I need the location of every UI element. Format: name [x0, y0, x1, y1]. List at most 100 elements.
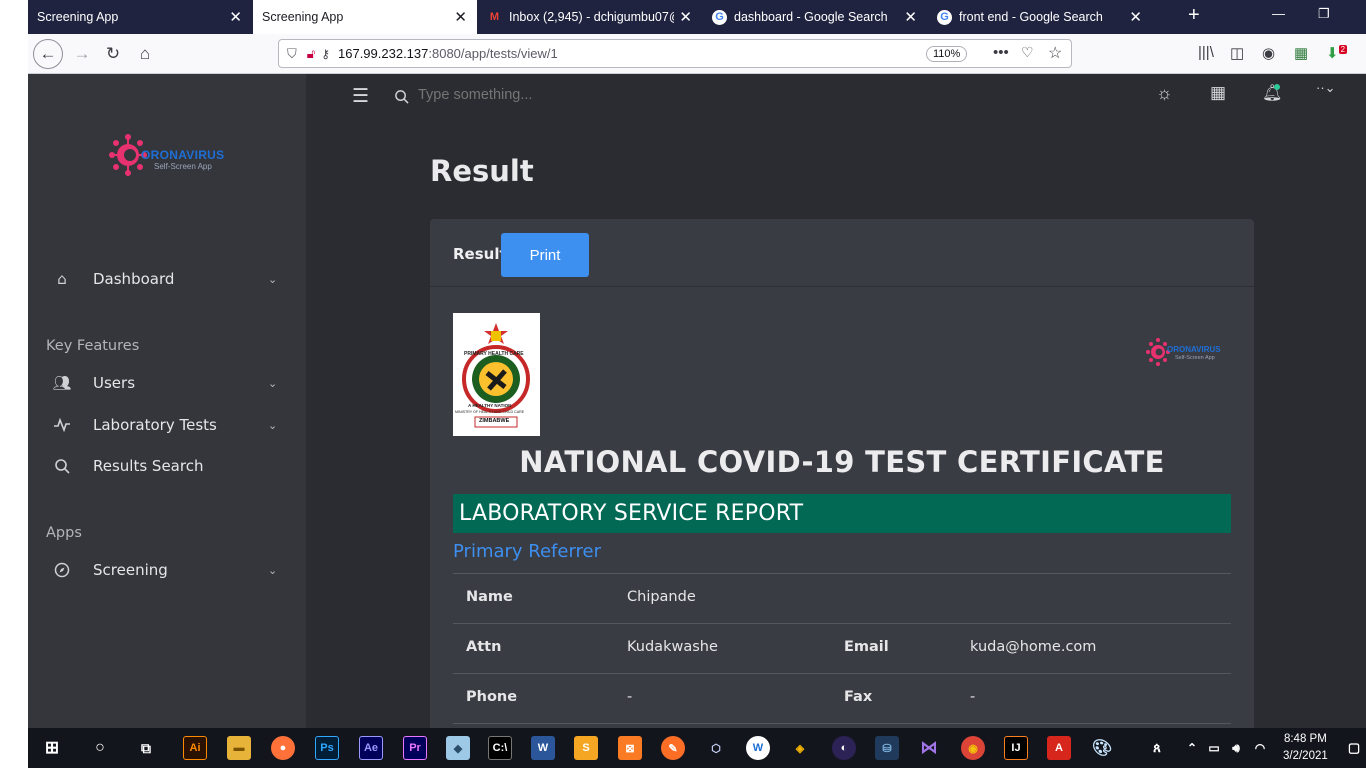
close-icon[interactable]: ✕ — [229, 8, 242, 26]
apps-grid-icon[interactable]: ▦ — [1210, 83, 1226, 103]
tab-dashboard-search[interactable]: G dashboard - Google Search ✕ — [703, 0, 927, 34]
chevron-down-icon: ⌄ — [268, 272, 278, 286]
git-icon[interactable]: ◈ — [788, 736, 812, 760]
top-header: ☰ ☼ ▦ 🔔︎ ··⌄ — [306, 74, 1366, 119]
reload-icon[interactable]: ↻ — [99, 40, 127, 68]
tab-frontend-search[interactable]: G front end - Google Search ✕ — [928, 0, 1152, 34]
close-icon[interactable]: ✕ — [904, 8, 917, 26]
paint-icon[interactable]: 🎨︎ — [1090, 736, 1114, 760]
bookmark-star-icon[interactable]: ☆ — [1048, 43, 1062, 63]
field-value: - — [627, 689, 633, 705]
sidebar-item-results-search[interactable]: Results Search — [28, 447, 306, 485]
page-actions-icon[interactable]: ••• — [993, 44, 1009, 61]
account-icon[interactable]: ◉ — [1262, 44, 1275, 62]
visual-studio-icon[interactable]: ⋈ — [917, 736, 941, 760]
field-value: kuda@home.com — [970, 639, 1097, 655]
download-icon[interactable]: ⬇ 2 — [1326, 44, 1348, 62]
file-explorer-icon[interactable]: ▬ — [227, 736, 251, 760]
url-bar[interactable]: ⛉ 🔓︎ ⚷ 167.99.232.137:8080/app/tests/vie… — [278, 39, 1072, 68]
app-logo[interactable]: ORONAVIRUS Self-Screen App — [108, 129, 238, 184]
sublime-icon[interactable]: S — [574, 736, 598, 760]
section-key-features: Key Features — [46, 338, 140, 354]
mysql-icon[interactable]: ⛁ — [875, 736, 899, 760]
compass-icon — [52, 560, 72, 580]
chevron-up-icon[interactable]: ⌃ — [1180, 736, 1204, 760]
more-options-icon[interactable]: ··⌄ — [1316, 80, 1336, 96]
people-icon[interactable]: ጰ — [1145, 736, 1169, 760]
acrobat-icon[interactable]: A — [1047, 736, 1071, 760]
home-icon: ⌂ — [57, 270, 67, 288]
virtualbox-icon[interactable]: ⬡ — [704, 736, 728, 760]
url-text[interactable]: 167.99.232.137:8080/app/tests/view/1 — [338, 46, 558, 61]
illustrator-icon[interactable]: Ai — [183, 736, 207, 760]
theme-toggle-icon[interactable]: ☼ — [1156, 83, 1173, 104]
firefox-icon[interactable]: ● — [271, 736, 295, 760]
volume-icon[interactable]: 🔊︎ — [1224, 736, 1248, 760]
menu-icon[interactable]: ☰ — [352, 85, 369, 108]
logo-subtext: Self-Screen App — [154, 162, 212, 171]
wamp-icon[interactable]: W — [746, 736, 770, 760]
minimize-icon[interactable]: — — [1272, 6, 1285, 21]
sidebar-item-laboratory-tests[interactable]: Laboratory Tests ⌄ — [28, 406, 306, 444]
field-label: Fax — [844, 689, 873, 705]
app-page: ORONAVIRUS Self-Screen App ⌂ Dashboard ⌄… — [28, 74, 1366, 728]
tab-title: front end - Google Search — [959, 10, 1103, 24]
card-header: Result Print — [430, 219, 1254, 287]
zoom-indicator[interactable]: 110% — [926, 46, 968, 62]
result-card: Result Print ZIMBABWE PRIMARY HEALTH CAR… — [430, 219, 1254, 728]
home-icon[interactable]: ⌂ — [131, 40, 159, 68]
eclipse-icon[interactable]: ◐ — [832, 736, 856, 760]
sidebar-toggle-icon[interactable]: ◫ — [1230, 44, 1244, 62]
close-icon[interactable]: ✕ — [454, 8, 467, 26]
field-label: Email — [844, 639, 889, 655]
restore-icon[interactable]: ❐ — [1318, 6, 1330, 22]
back-icon[interactable]: ← — [33, 39, 63, 69]
crest-arc-top: PRIMARY HEALTH CARE — [464, 351, 524, 357]
tab-inbox[interactable]: M Inbox (2,945) - dchigumbu07@ ✕ — [478, 0, 702, 34]
sidebar-item-screening[interactable]: Screening ⌄ — [28, 551, 306, 589]
pocket-icon[interactable]: ♡ — [1021, 44, 1034, 61]
after-effects-icon[interactable]: Ae — [359, 736, 383, 760]
close-icon[interactable]: ✕ — [679, 8, 692, 26]
wifi-icon[interactable]: ◠ — [1248, 736, 1272, 760]
insecure-lock-icon[interactable]: 🔓︎ — [307, 46, 315, 62]
intellij-icon[interactable]: IJ — [1004, 736, 1028, 760]
task-view-icon[interactable]: ⧉ — [134, 736, 158, 760]
terminal-icon[interactable]: C:\ — [488, 736, 512, 760]
sidebar-item-label: Screening — [93, 561, 168, 579]
certificate-title: NATIONAL COVID-19 TEST CERTIFICATE — [519, 445, 1165, 479]
system-clock[interactable]: 8:48 PM 3/2/2021 — [1283, 731, 1328, 765]
app-icon[interactable]: ◆ — [446, 736, 470, 760]
notification-bell-icon[interactable]: 🔔︎ — [1262, 83, 1282, 103]
shield-icon[interactable]: ⛉ — [287, 46, 297, 62]
xampp-icon[interactable]: ⊠ — [618, 736, 642, 760]
search-input[interactable] — [418, 87, 718, 103]
notification-center-icon[interactable]: ▢ — [1342, 736, 1366, 760]
print-button[interactable]: Print — [501, 233, 589, 277]
sidebar-item-dashboard[interactable]: ⌂ Dashboard ⌄ — [28, 260, 306, 298]
coronavirus-logo-small: ORONAVIRUS Self-Screen App — [1146, 334, 1228, 372]
sidebar-item-users[interactable]: 👥︎ Users ⌄ — [28, 364, 306, 402]
tab-title: Screening App — [262, 10, 344, 24]
photoshop-icon[interactable]: Ps — [315, 736, 339, 760]
sidebar-item-label: Dashboard — [93, 270, 175, 288]
extension-icon[interactable]: ▦ — [1294, 44, 1308, 62]
section-apps: Apps — [46, 525, 82, 541]
premiere-icon[interactable]: Pr — [403, 736, 427, 760]
close-icon[interactable]: ✕ — [1129, 8, 1142, 26]
search-circle-icon[interactable]: ○ — [88, 736, 112, 760]
postman-icon[interactable]: ✎ — [661, 736, 685, 760]
word-icon[interactable]: W — [531, 736, 555, 760]
library-icon[interactable]: |||\ — [1198, 44, 1214, 61]
field-value: Chipande — [627, 589, 696, 605]
windows-start-icon[interactable]: ⊞ — [40, 736, 64, 760]
tab-screening-app-1[interactable]: Screening App ✕ — [28, 0, 252, 34]
chrome-icon[interactable]: ◉ — [961, 736, 985, 760]
battery-icon[interactable]: ▭ — [1202, 736, 1226, 760]
chevron-down-icon: ⌄ — [268, 563, 278, 577]
forward-icon[interactable]: → — [68, 40, 96, 68]
key-icon[interactable]: ⚷ — [321, 47, 330, 61]
activity-icon — [52, 415, 72, 435]
tab-screening-app-2[interactable]: Screening App ✕ — [253, 0, 477, 34]
new-tab-icon[interactable]: + — [1188, 4, 1200, 27]
